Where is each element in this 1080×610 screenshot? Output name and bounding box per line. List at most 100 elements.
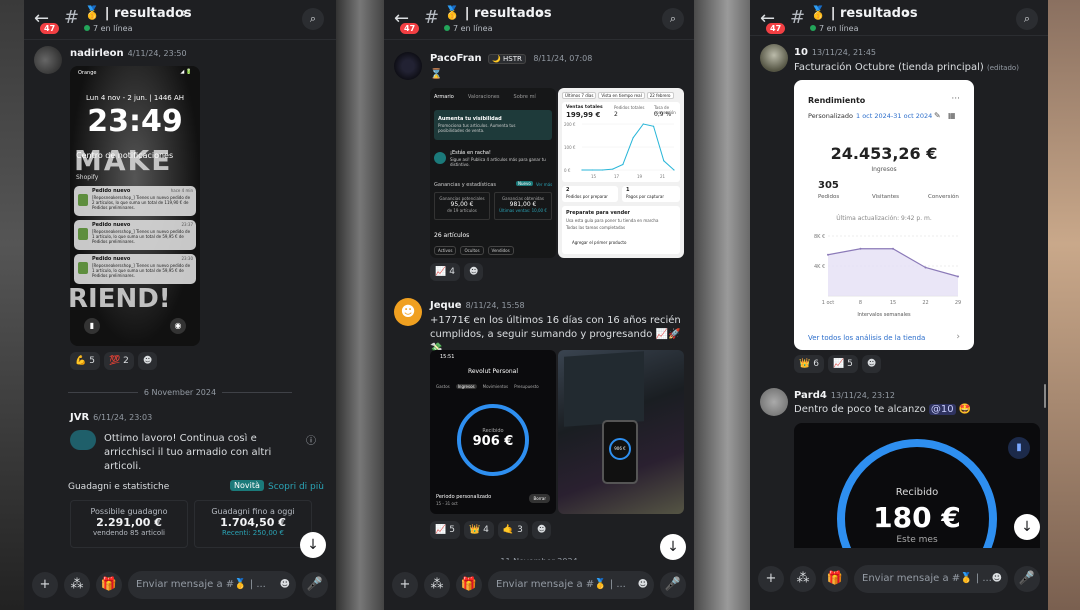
gift-icon[interactable]: 🎁 — [96, 572, 122, 598]
shopify-performance-card[interactable]: Rendimiento ··· Personalizado 1 oct 2024… — [794, 80, 974, 350]
avatar[interactable] — [760, 44, 788, 72]
add-reaction-button[interactable]: ☻ — [531, 521, 552, 539]
message-author[interactable]: JVR 6/11/24, 23:03 — [70, 412, 152, 423]
author-name: PacoFran — [430, 53, 482, 64]
apps-icon[interactable]: ⁂ — [424, 572, 450, 598]
pill[interactable]: Vista en tiempo real — [598, 92, 645, 99]
reaction-crown[interactable]: 👑 4 — [463, 521, 494, 539]
filter-chip[interactable]: Vendidos — [487, 246, 514, 255]
vinted-screenshot[interactable]: Armario Valoraciones Sobre mí Aumenta tu… — [430, 88, 556, 258]
series-area — [828, 248, 958, 296]
setup-item[interactable]: Agregar el primer producto — [572, 240, 626, 245]
analytics-link[interactable]: Ver todos los análisis de la tienda — [808, 334, 925, 342]
message-input[interactable]: Enviar mensaje a #🥇 | ... ☻ — [854, 565, 1008, 593]
pill[interactable]: 22 febrero — [646, 92, 674, 99]
chevron-right-icon[interactable]: › — [538, 6, 543, 21]
scrollbar[interactable] — [1044, 384, 1046, 408]
tab-sobre-mi[interactable]: Sobre mí — [514, 94, 536, 100]
message-author[interactable]: nadirleon 4/11/24, 23:50 — [70, 48, 187, 59]
add-reaction-icon: ☻ — [468, 267, 479, 277]
revolut-screenshot[interactable]: ▮ Recibido 180 € Este mes — [794, 423, 1040, 548]
data-point — [892, 247, 894, 250]
revolut-screenshot[interactable]: 15:51 Revolut Personal Gastos Ingresos M… — [430, 350, 556, 514]
pill[interactable]: Últimos 7 días — [562, 92, 597, 99]
tab[interactable]: Movimientos — [483, 384, 508, 389]
notification-item[interactable]: Pedido nuevo 23:30 [Reposneakersshop_] T… — [74, 254, 196, 284]
add-icon[interactable]: + — [758, 566, 784, 592]
apps-icon[interactable]: ⁂ — [64, 572, 90, 598]
message-author[interactable]: Pard4 13/11/24, 23:12 — [794, 390, 895, 401]
scroll-down-button[interactable]: ↓ — [300, 532, 326, 558]
reaction-call-me[interactable]: 🤙 3 — [497, 521, 528, 539]
filter-chip[interactable]: Activos — [434, 246, 457, 255]
scopri-link[interactable]: Scopri di più — [268, 482, 324, 492]
emoji-icon[interactable]: ☻ — [992, 565, 1002, 593]
avatar[interactable]: ☻ — [394, 298, 422, 326]
tab-armario[interactable]: Armario — [434, 94, 454, 100]
phone-screenshot[interactable]: Orange ◢ 🔋 Lun 4 nov - 2 jun. | 1446 AH … — [70, 66, 200, 346]
search-icon[interactable]: ⌕ — [302, 8, 324, 30]
tab[interactable]: Presupuesto — [514, 384, 539, 389]
shopify-icon — [78, 194, 88, 206]
visibility-card[interactable]: Aumenta tu visibilidad Promociona tus ar… — [434, 110, 552, 140]
avatar[interactable] — [760, 388, 788, 416]
gift-icon[interactable]: 🎁 — [822, 566, 848, 592]
emoji-icon[interactable]: ☻ — [280, 571, 290, 599]
flashlight-icon[interactable]: ▮ — [84, 318, 100, 334]
channel-title[interactable]: 🥇 | resultados — [810, 6, 918, 21]
reaction-chart[interactable]: 📈 4 — [430, 263, 460, 281]
shopify-screenshot[interactable]: Últimos 7 días Vista en tiempo real 22 f… — [558, 88, 684, 258]
camera-icon[interactable]: ◉ — [170, 318, 186, 334]
microphone-icon[interactable]: 🎤 — [1014, 566, 1040, 592]
add-reaction-button[interactable]: ☻ — [861, 355, 882, 373]
chevron-right-icon[interactable]: › — [956, 332, 960, 342]
microphone-icon[interactable]: 🎤 — [302, 572, 328, 598]
online-count: 7 en línea — [444, 24, 493, 33]
channel-title[interactable]: 🥇 | resultados — [444, 6, 552, 21]
notification-item[interactable]: Pedido nuevo hace 4 min [Reposneakerssho… — [74, 186, 196, 216]
scroll-down-button[interactable]: ↓ — [660, 534, 686, 560]
apps-icon[interactable]: ⁂ — [790, 566, 816, 592]
reaction-chart[interactable]: 📈 5 — [827, 355, 858, 373]
search-icon[interactable]: ⌕ — [1016, 8, 1038, 30]
channel-title[interactable]: 🥇 | resultados — [84, 6, 192, 21]
add-reaction-button[interactable]: ☻ — [137, 352, 158, 370]
message-author[interactable]: Jeque 8/11/24, 15:58 — [430, 300, 525, 311]
add-reaction-button[interactable]: ☻ — [463, 263, 484, 281]
emoji-icon[interactable]: ☻ — [638, 571, 648, 599]
clear-button[interactable]: Borrar — [529, 494, 550, 503]
filter-chip[interactable]: Ocultos — [460, 246, 484, 255]
scroll-down-button[interactable]: ↓ — [1014, 514, 1040, 540]
reaction-100[interactable]: 💯 2 — [103, 352, 134, 370]
more-options-icon[interactable]: ··· — [951, 94, 960, 104]
tab-valoraciones[interactable]: Valoraciones — [468, 94, 500, 100]
message-input[interactable]: Enviar mensaje a #🥇 | ... ☻ — [128, 571, 296, 599]
add-icon[interactable]: + — [392, 572, 418, 598]
calendar-icon[interactable]: ▦ — [948, 111, 956, 120]
ver-mas-link[interactable]: Ver más — [536, 182, 552, 187]
tab[interactable]: Ingresos — [455, 384, 477, 389]
notification-title: Pedido nuevo — [92, 188, 131, 194]
message-input[interactable]: Enviar mensaje a #🥇 | ... ☻ — [488, 571, 654, 599]
chevron-right-icon[interactable]: › — [904, 6, 909, 21]
reaction-crown[interactable]: 👑 6 — [794, 355, 824, 373]
gift-icon[interactable]: 🎁 — [456, 572, 482, 598]
mention[interactable]: @10 — [928, 404, 956, 415]
avatar[interactable] — [394, 52, 422, 80]
info-icon[interactable]: ⓘ — [306, 432, 316, 447]
message-author[interactable]: 10 13/11/24, 21:45 — [794, 47, 876, 58]
notification-item[interactable]: Pedido nuevo 23:37 [Reposneakersshop_] T… — [74, 220, 196, 250]
message-author[interactable]: PacoFran 🌙 HSTR 8/11/24, 07:08 — [430, 53, 592, 64]
period-range[interactable]: 1 oct 2024-31 oct 2024 — [856, 112, 932, 120]
microphone-icon[interactable]: 🎤 — [660, 572, 686, 598]
desk-photo[interactable]: 906 € — [558, 350, 684, 514]
reaction-flex[interactable]: 💪 5 — [70, 352, 100, 370]
avatar[interactable] — [34, 46, 62, 74]
avatar[interactable] — [34, 410, 62, 438]
edit-icon[interactable]: ✎ — [934, 111, 941, 120]
search-icon[interactable]: ⌕ — [662, 8, 684, 30]
tab[interactable]: Gastos — [436, 384, 450, 389]
add-icon[interactable]: + — [32, 572, 58, 598]
reaction-chart[interactable]: 📈 5 — [430, 521, 460, 539]
chevron-right-icon[interactable]: › — [182, 6, 187, 21]
